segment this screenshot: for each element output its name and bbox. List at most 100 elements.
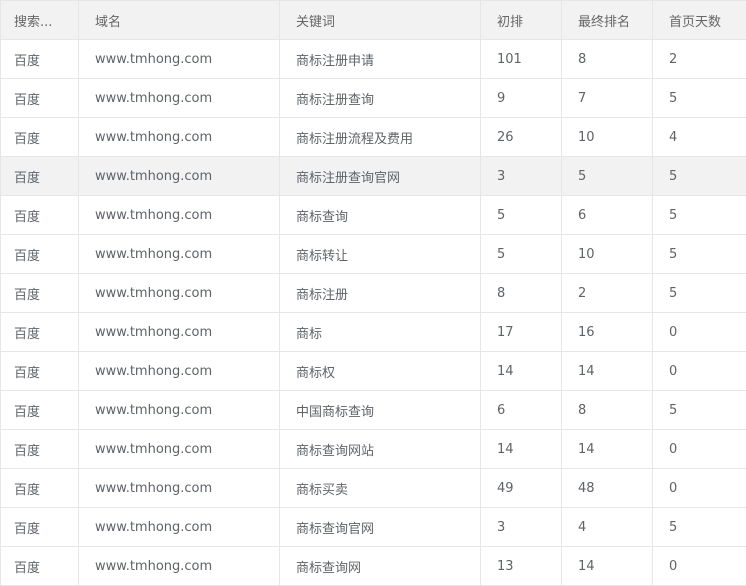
cell-keyword: 商标买卖	[280, 469, 481, 507]
cell-domain: www.tmhong.com	[79, 40, 280, 78]
cell-homepage-days: 0	[669, 324, 678, 340]
cell-keyword: 商标注册申请	[280, 40, 481, 78]
cell-final-rank: 2	[562, 274, 653, 312]
cell-engine: 百度	[1, 313, 79, 351]
cell-domain: www.tmhong.com	[79, 313, 280, 351]
cell-initial-rank: 5	[481, 196, 562, 234]
cell-engine: 百度	[1, 196, 79, 234]
cell-homepage-days: 5	[669, 285, 678, 301]
table-row[interactable]: 百度 www.tmhong.com 商标查询官网 3 4 5	[1, 508, 746, 547]
cell-keyword: 商标查询网	[280, 547, 481, 585]
cell-initial-rank: 6	[481, 391, 562, 429]
cell-domain: www.tmhong.com	[79, 547, 280, 585]
cell-keyword: 商标	[280, 313, 481, 351]
cell-final-rank: 8	[562, 391, 653, 429]
column-header-initial-rank[interactable]: 初排	[481, 1, 562, 39]
cell-engine: 百度	[1, 274, 79, 312]
cell-engine: 百度	[1, 352, 79, 390]
cell-keyword: 商标查询网站	[280, 430, 481, 468]
cell-engine: 百度	[1, 391, 79, 429]
cell-keyword: 商标转让	[280, 235, 481, 273]
table-row[interactable]: 百度 www.tmhong.com 商标查询网站 14 14 0	[1, 430, 746, 469]
cell-keyword: 商标注册查询官网	[280, 157, 481, 195]
cell-final-rank: 8	[562, 40, 653, 78]
column-header-label: 最终排名	[578, 14, 631, 30]
cell-final-rank: 14	[562, 547, 653, 585]
cell-final-rank: 16	[562, 313, 653, 351]
cell-engine: 百度	[1, 157, 79, 195]
cell-domain: www.tmhong.com	[79, 430, 280, 468]
table-row[interactable]: 百度 www.tmhong.com 中国商标查询 6 8 5	[1, 391, 746, 430]
cell-initial-rank: 26	[481, 118, 562, 156]
column-header-keyword[interactable]: 关键词	[280, 1, 481, 39]
column-header-label: 首页天数	[669, 14, 722, 30]
table-row[interactable]: 百度 www.tmhong.com 商标权 14 14 0	[1, 352, 746, 391]
cell-domain: www.tmhong.com	[79, 79, 280, 117]
cell-domain: www.tmhong.com	[79, 352, 280, 390]
cell-keyword: 商标注册流程及费用	[280, 118, 481, 156]
cell-final-rank: 14	[562, 352, 653, 390]
cell-homepage-days: 4	[669, 129, 678, 145]
cell-homepage-days: 5	[669, 90, 678, 106]
cell-homepage-days: 0	[669, 480, 678, 496]
table-row[interactable]: 百度 www.tmhong.com 商标买卖 49 48 0	[1, 469, 746, 508]
column-header-domain[interactable]: 域名	[79, 1, 280, 39]
cell-final-rank: 6	[562, 196, 653, 234]
cell-homepage-days: 5	[669, 519, 678, 535]
cell-domain: www.tmhong.com	[79, 118, 280, 156]
cell-initial-rank: 17	[481, 313, 562, 351]
cell-initial-rank: 9	[481, 79, 562, 117]
cell-initial-rank: 13	[481, 547, 562, 585]
cell-initial-rank: 49	[481, 469, 562, 507]
column-header-label: 关键词	[296, 14, 336, 30]
cell-engine: 百度	[1, 547, 79, 585]
table-header: 搜索... 域名 关键词 初排 最终排名 首页天数	[1, 0, 746, 40]
cell-keyword: 商标权	[280, 352, 481, 390]
column-header-label: 搜索...	[14, 14, 53, 30]
cell-initial-rank: 5	[481, 235, 562, 273]
cell-final-rank: 48	[562, 469, 653, 507]
cell-keyword: 商标注册	[280, 274, 481, 312]
cell-engine: 百度	[1, 430, 79, 468]
cell-final-rank: 4	[562, 508, 653, 546]
cell-domain: www.tmhong.com	[79, 469, 280, 507]
table-row[interactable]: 百度 www.tmhong.com 商标注册 8 2 5	[1, 274, 746, 313]
cell-domain: www.tmhong.com	[79, 235, 280, 273]
column-header-final-rank[interactable]: 最终排名	[562, 1, 653, 39]
cell-domain: www.tmhong.com	[79, 274, 280, 312]
cell-engine: 百度	[1, 40, 79, 78]
cell-initial-rank: 101	[481, 40, 562, 78]
cell-engine: 百度	[1, 235, 79, 273]
table-row[interactable]: 百度 www.tmhong.com 商标转让 5 10 5	[1, 235, 746, 274]
cell-homepage-days: 5	[669, 402, 678, 418]
table-row[interactable]: 百度 www.tmhong.com 商标查询网 13 14 0	[1, 547, 746, 586]
table-row[interactable]: 百度 www.tmhong.com 商标注册流程及费用 26 10 4	[1, 118, 746, 157]
cell-initial-rank: 14	[481, 352, 562, 390]
column-header-engine[interactable]: 搜索...	[1, 1, 79, 39]
cell-domain: www.tmhong.com	[79, 157, 280, 195]
table-row[interactable]: 百度 www.tmhong.com 商标注册查询官网 3 5 5	[1, 157, 746, 196]
cell-engine: 百度	[1, 79, 79, 117]
table-row[interactable]: 百度 www.tmhong.com 商标 17 16 0	[1, 313, 746, 352]
cell-final-rank: 7	[562, 79, 653, 117]
column-header-homepage-days[interactable]: 首页天数	[653, 1, 746, 39]
cell-homepage-days: 2	[669, 51, 678, 67]
table-body: 百度 www.tmhong.com 商标注册申请 101 8 2 百度 www.tmhong.…	[1, 40, 746, 586]
cell-keyword: 商标注册查询	[280, 79, 481, 117]
table-row[interactable]: 百度 www.tmhong.com 商标注册申请 101 8 2	[1, 40, 746, 79]
cell-keyword: 商标查询官网	[280, 508, 481, 546]
cell-final-rank: 10	[562, 235, 653, 273]
cell-domain: www.tmhong.com	[79, 391, 280, 429]
column-header-label: 初排	[497, 14, 524, 30]
cell-initial-rank: 3	[481, 508, 562, 546]
cell-initial-rank: 3	[481, 157, 562, 195]
cell-domain: www.tmhong.com	[79, 508, 280, 546]
cell-initial-rank: 8	[481, 274, 562, 312]
table-row[interactable]: 百度 www.tmhong.com 商标注册查询 9 7 5	[1, 79, 746, 118]
cell-homepage-days: 0	[669, 363, 678, 379]
cell-homepage-days: 0	[669, 441, 678, 457]
table-row[interactable]: 百度 www.tmhong.com 商标查询 5 6 5	[1, 196, 746, 235]
cell-homepage-days: 5	[669, 168, 678, 184]
cell-engine: 百度	[1, 469, 79, 507]
cell-initial-rank: 14	[481, 430, 562, 468]
